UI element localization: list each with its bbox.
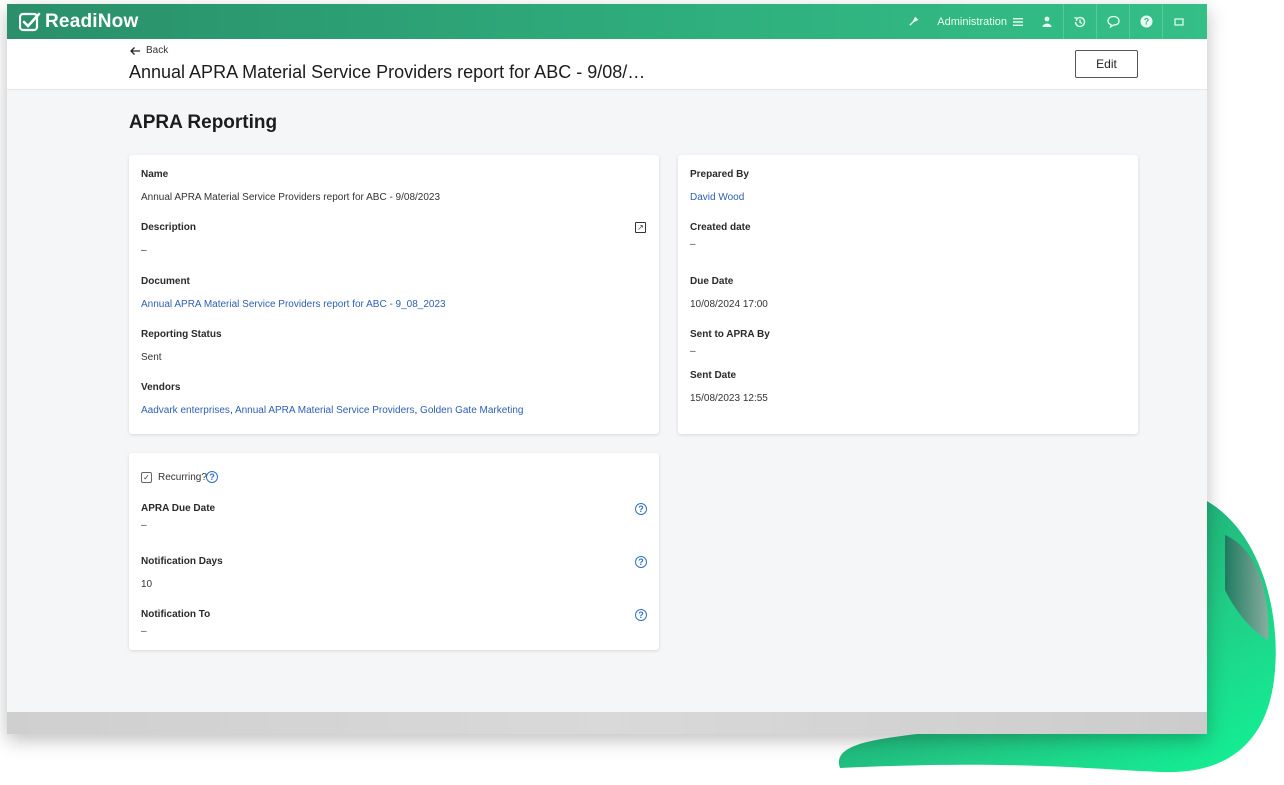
description-value: – [141,245,147,256]
help-icon[interactable]: ? [635,556,647,568]
edit-button[interactable]: Edit [1075,50,1138,78]
vendor-link[interactable]: Golden Gate Marketing [420,405,523,416]
app-window: ReadiNow Administration ? Back Annual AP… [7,4,1207,734]
status-value: Sent [141,352,162,363]
document-link[interactable]: Annual APRA Material Service Providers r… [141,299,446,310]
description-field: Description – [141,222,196,256]
notification-to-label: Notification To [141,609,211,620]
description-label: Description [141,222,197,233]
recurring-card: ✓ Recurring? ? APRA Due Date – ? Notific… [129,453,659,650]
document-field: Document Annual APRA Material Service Pr… [141,276,446,310]
sent-by-label: Sent to APRA By [690,329,770,340]
section-title: APRA Reporting [129,112,278,133]
page-header: Back Annual APRA Material Service Provid… [7,39,1207,90]
sent-by-value: – [690,346,696,357]
arrow-left-icon [130,46,140,55]
details-card: Name Annual APRA Material Service Provid… [129,155,659,434]
apra-due-field: APRA Due Date – [141,503,215,531]
history-icon[interactable] [1064,4,1096,39]
vendors-label: Vendors [141,382,181,393]
status-field: Reporting Status Sent [141,329,222,363]
due-label: Due Date [690,276,734,287]
sent-date-value: 15/08/2023 12:55 [690,393,768,404]
document-label: Document [141,276,190,287]
name-label: Name [141,169,169,180]
notification-to-field: Notification To – [141,609,210,637]
page-title: Annual APRA Material Service Providers r… [129,62,646,82]
sent-by-field: Sent to APRA By – [690,329,770,357]
bottom-bar [7,712,1207,734]
prepared-field: Prepared By David Wood [690,169,749,203]
apra-due-label: APRA Due Date [141,503,216,514]
prepared-by-link[interactable]: David Wood [690,192,749,203]
created-value: – [690,239,696,250]
prepared-label: Prepared By [690,169,749,180]
back-label: Back [146,45,169,56]
vendors-list: Aadvark enterprises, Annual APRA Materia… [141,405,524,416]
recurring-field: ✓ Recurring? [141,472,207,483]
notification-to-value: – [141,626,147,637]
name-field: Name Annual APRA Material Service Provid… [141,169,440,203]
prepared-card: Prepared By David Wood Created date – Du… [678,155,1138,434]
apra-due-value: – [141,520,147,531]
name-value: Annual APRA Material Service Providers r… [141,192,441,203]
administration-label: Administration [937,15,1007,28]
due-value: 10/08/2024 17:00 [690,299,768,310]
topbar-actions: Administration ? [897,4,1195,39]
notification-days-label: Notification Days [141,556,223,567]
logo[interactable]: ReadiNow [19,11,138,33]
help-icon[interactable]: ? [635,609,647,621]
recurring-label: Recurring? [158,472,207,483]
readinow-logo-icon [19,12,41,31]
notification-days-field: Notification Days 10 [141,556,223,590]
created-label: Created date [690,222,751,233]
back-link[interactable]: Back [129,45,168,56]
vendor-link[interactable]: Aadvark enterprises [141,405,230,416]
hamburger-icon [1013,17,1023,26]
app-name: ReadiNow [45,10,139,32]
sent-date-field: Sent Date 15/08/2023 12:55 [690,370,768,404]
due-field: Due Date 10/08/2024 17:00 [690,276,768,310]
vendor-link[interactable]: Annual APRA Material Service Providers [235,405,415,416]
expand-icon[interactable]: ↗ [635,222,646,233]
help-icon[interactable]: ? [1130,4,1162,39]
recurring-checkbox[interactable]: ✓ [141,472,152,483]
top-bar: ReadiNow Administration ? [7,4,1207,39]
fullscreen-icon[interactable] [1163,4,1195,39]
help-icon[interactable]: ? [635,503,647,515]
svg-text:?: ? [1143,17,1149,27]
administration-menu[interactable]: Administration [929,16,1031,28]
user-icon[interactable] [1031,4,1063,39]
stage: ReadiNow Administration ? Back Annual AP… [0,0,1284,785]
status-label: Reporting Status [141,329,222,340]
help-icon[interactable]: ? [206,471,218,483]
created-field: Created date – [690,222,751,250]
wrench-icon[interactable] [897,4,929,39]
sent-date-label: Sent Date [690,370,737,381]
notification-days-value: 10 [141,579,153,590]
comment-icon[interactable] [1097,4,1129,39]
vendors-field: Vendors Aadvark enterprises, Annual APRA… [141,382,523,416]
